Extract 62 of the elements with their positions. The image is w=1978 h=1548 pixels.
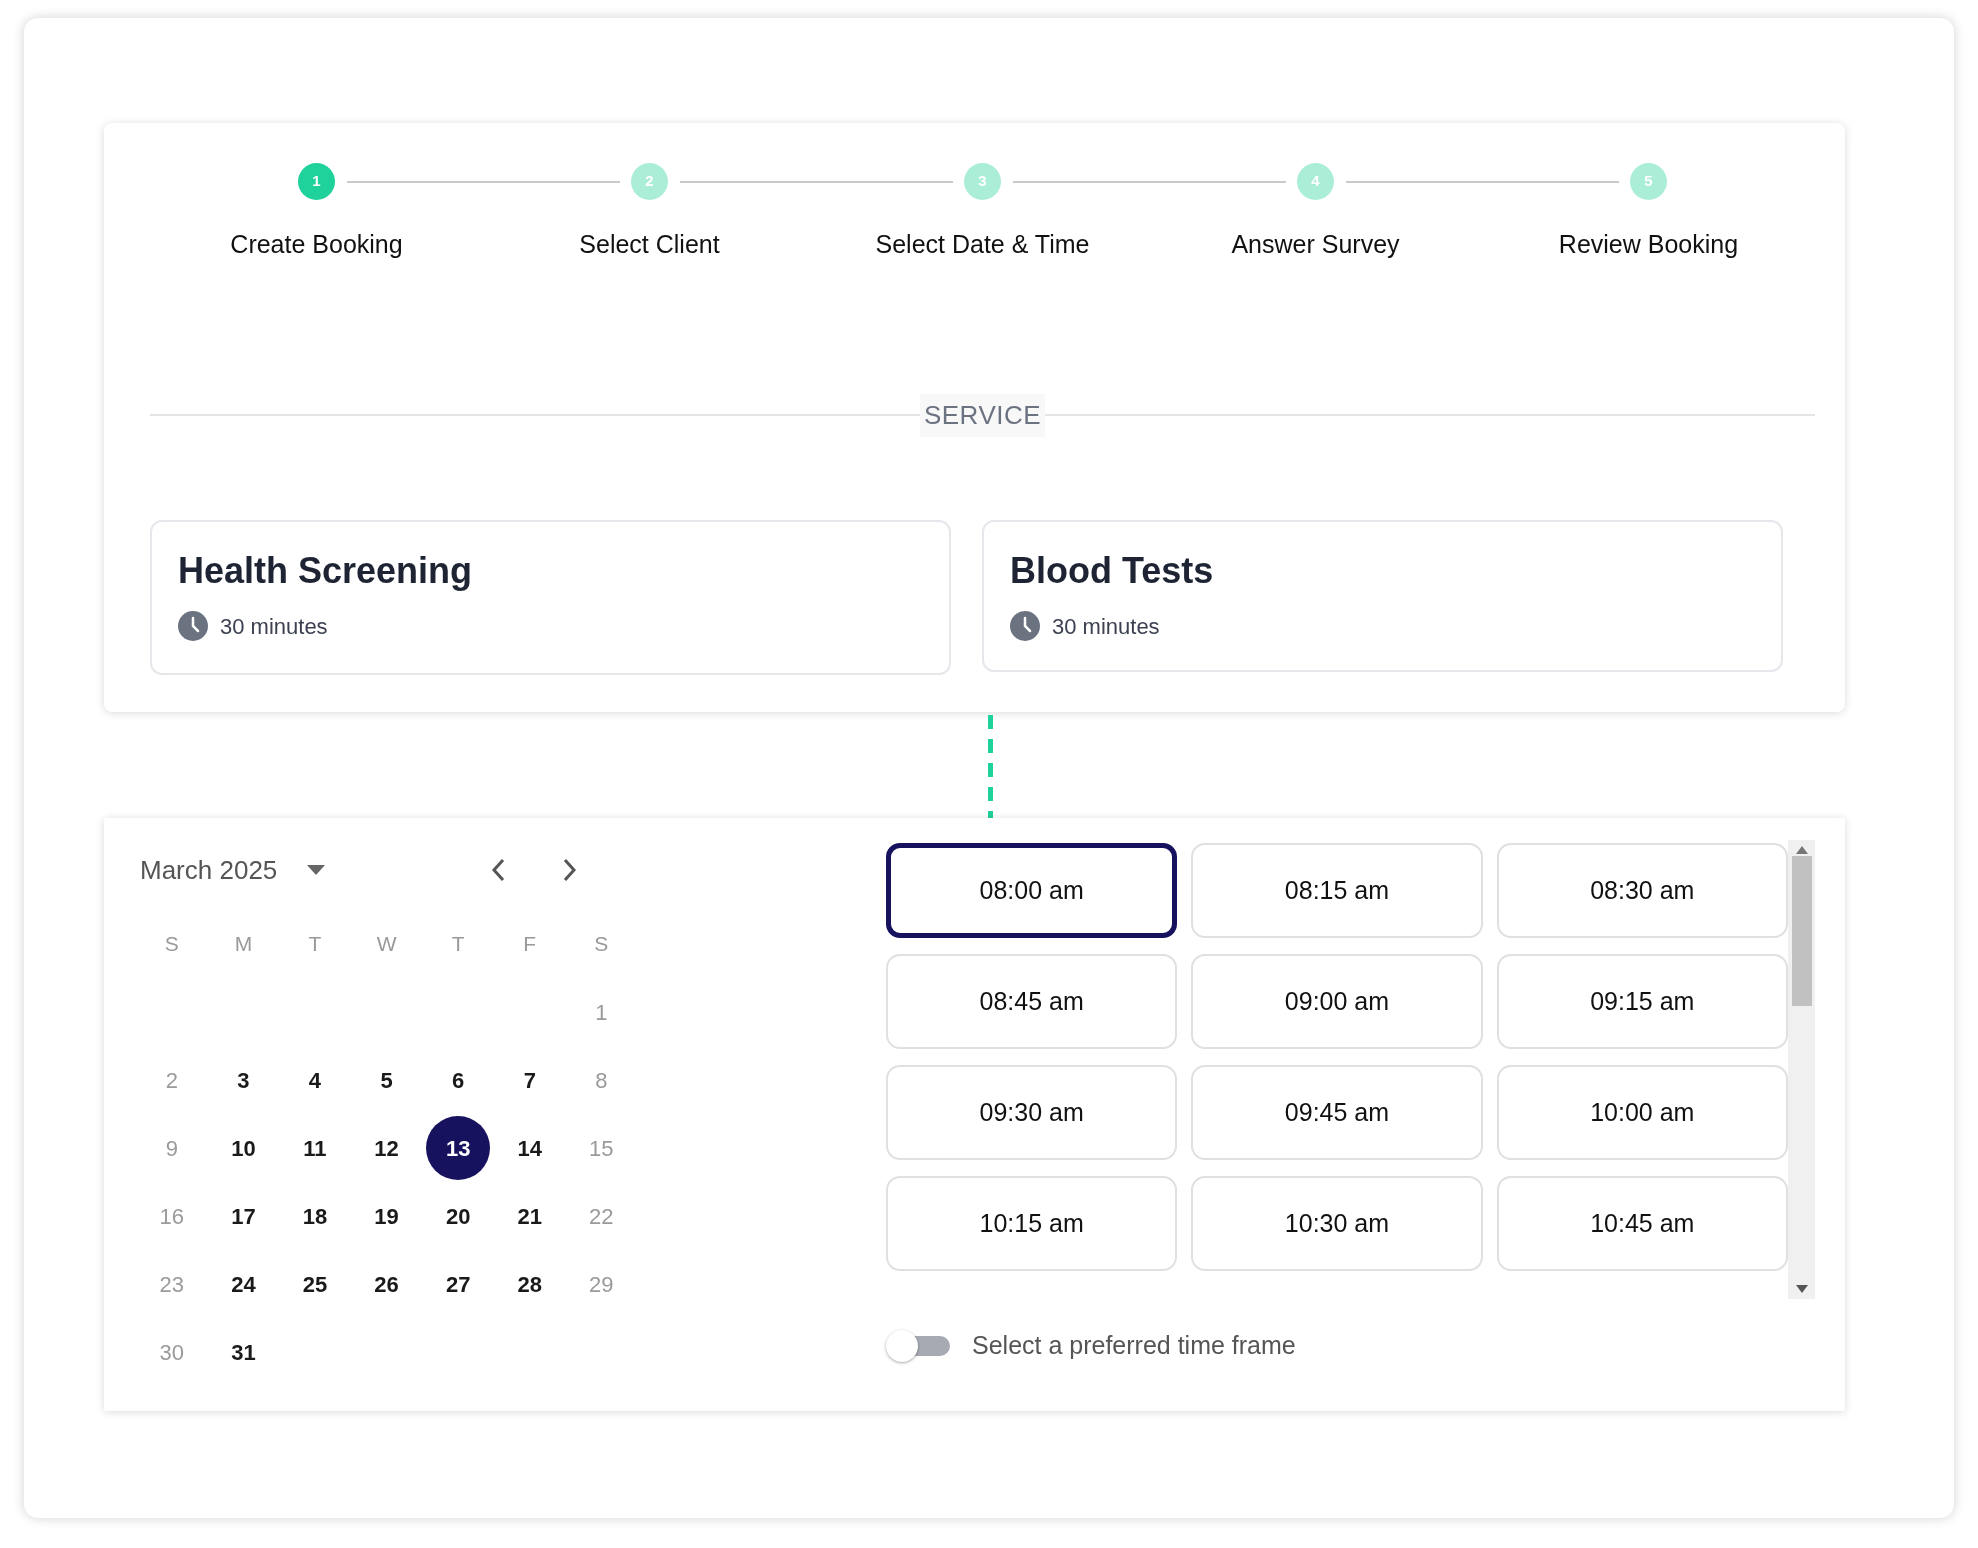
calendar-day[interactable]: 28 — [497, 1252, 562, 1316]
section-title: SERVICE — [919, 393, 1046, 437]
step-label: Select Date & Time — [875, 229, 1090, 260]
time-slot-button[interactable]: 08:00 am — [886, 843, 1178, 938]
calendar-day[interactable]: 27 — [426, 1252, 491, 1316]
calendar-day[interactable]: 14 — [497, 1116, 562, 1180]
weekday-label: S — [163, 931, 180, 958]
weekday-label: T — [450, 931, 466, 958]
calendar-day[interactable]: 18 — [283, 1184, 347, 1248]
chevron-right-icon[interactable] — [563, 858, 578, 882]
step-label: Review Booking — [1558, 229, 1739, 260]
calendar-day[interactable]: 21 — [497, 1184, 562, 1248]
calendar-day[interactable]: 7 — [497, 1048, 562, 1112]
time-slot-button[interactable]: 09:30 am — [886, 1065, 1178, 1160]
time-slot-button[interactable]: 10:30 am — [1191, 1176, 1483, 1271]
time-slot-button[interactable]: 08:30 am — [1496, 843, 1788, 938]
calendar-day[interactable]: 25 — [283, 1252, 347, 1316]
time-slot-button[interactable]: 10:45 am — [1496, 1176, 1788, 1271]
month-label[interactable]: March 2025 — [140, 850, 278, 890]
scroll-up-icon[interactable] — [1795, 846, 1808, 854]
calendar-day[interactable]: 31 — [211, 1320, 276, 1384]
time-slot-button[interactable]: 09:45 am — [1191, 1065, 1483, 1160]
time-slot-button[interactable]: 10:00 am — [1496, 1065, 1788, 1160]
service-duration: 30 minutes — [220, 612, 328, 641]
time-slot-button[interactable]: 10:15 am — [886, 1176, 1178, 1271]
calendar-day[interactable]: 13 — [426, 1116, 491, 1180]
calendar-day[interactable]: 4 — [283, 1048, 347, 1112]
clock-icon — [178, 611, 208, 641]
weekday-label: T — [307, 931, 323, 958]
toggle-switch[interactable] — [886, 1329, 950, 1362]
calendar-day[interactable]: 26 — [354, 1252, 419, 1316]
calendar-day[interactable]: 17 — [211, 1184, 276, 1248]
service-duration: 30 minutes — [1052, 612, 1160, 641]
service-title: Health Screening — [178, 548, 474, 593]
calendar-day[interactable]: 20 — [426, 1184, 491, 1248]
step-label: Select Client — [579, 229, 720, 260]
calendar-day[interactable]: 10 — [211, 1116, 276, 1180]
calendar-day[interactable]: 6 — [426, 1048, 491, 1112]
calendar-day[interactable]: 19 — [354, 1184, 419, 1248]
weekday-label: F — [522, 931, 538, 958]
scroll-down-icon[interactable] — [1795, 1285, 1808, 1293]
step-label: Create Booking — [230, 229, 403, 260]
calendar-day[interactable]: 3 — [211, 1048, 276, 1112]
service-title: Blood Tests — [1010, 548, 1215, 593]
scrollbar-thumb[interactable] — [1791, 856, 1812, 1006]
calendar-day[interactable]: 11 — [283, 1116, 347, 1180]
time-slot-button[interactable]: 09:00 am — [1191, 954, 1483, 1049]
step-label: Answer Survey — [1231, 229, 1400, 260]
weekday-label: M — [233, 931, 254, 958]
calendar-day[interactable]: 12 — [354, 1116, 419, 1180]
service-card[interactable]: Health Screening 30 minutes — [150, 519, 951, 675]
time-slot-button[interactable]: 09:15 am — [1496, 954, 1788, 1049]
clock-icon — [1010, 611, 1040, 641]
weekday-label: S — [593, 931, 610, 958]
time-slot-button[interactable]: 08:15 am — [1191, 843, 1483, 938]
toggle-label: Select a preferred time frame — [972, 1330, 1296, 1361]
weekday-label: W — [375, 931, 398, 958]
calendar-day[interactable]: 24 — [211, 1252, 276, 1316]
chevron-left-icon[interactable] — [491, 858, 506, 882]
time-slot-button[interactable]: 08:45 am — [886, 954, 1178, 1049]
calendar-day[interactable]: 5 — [354, 1048, 419, 1112]
service-card[interactable]: Blood Tests 30 minutes — [982, 519, 1783, 672]
